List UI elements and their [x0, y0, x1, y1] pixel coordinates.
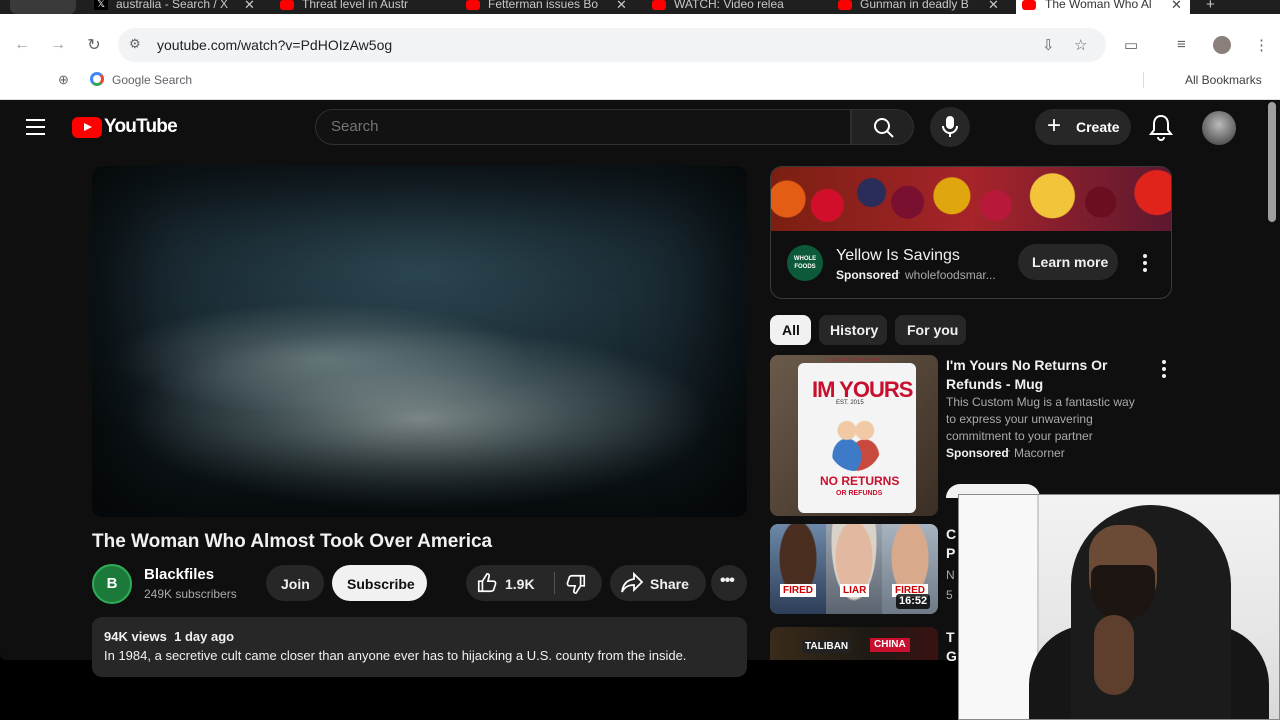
separator-dot: ·	[1007, 443, 1011, 457]
youtube-icon	[466, 0, 480, 10]
all-bookmarks[interactable]: All Bookmarks	[1185, 73, 1262, 87]
apps-icon[interactable]: ⊕	[58, 72, 69, 88]
tab-gunman[interactable]: Gunman in deadly B ✕	[838, 0, 1008, 14]
separator-dot: ·	[897, 265, 901, 279]
bookmarks-divider	[1143, 72, 1144, 88]
ad-domain: wholefoodsmar...	[905, 268, 996, 282]
recommendation-description: This Custom Mug is a fantastic way to ex…	[946, 395, 1135, 443]
close-tab-icon[interactable]: ✕	[988, 0, 999, 13]
recommendation-thumbnail[interactable]: CUSTOMIZE YOUR DESIGN IM YOURS EST. 2015…	[770, 355, 938, 516]
close-tab-icon[interactable]: ✕	[616, 0, 627, 13]
chip-history[interactable]: History	[819, 315, 887, 345]
tab-the-woman-who[interactable]: The Woman Who Al ✕	[1016, 0, 1190, 14]
subscribe-button[interactable]: Subscribe	[332, 565, 427, 601]
youtube-logo-text[interactable]: YouTube	[104, 116, 178, 138]
forward-icon[interactable]: →	[48, 36, 68, 54]
close-tab-icon[interactable]: ✕	[1171, 0, 1182, 13]
learn-more-label: Learn more	[1032, 254, 1109, 270]
search-input[interactable]	[331, 118, 831, 135]
thumbnail-label: TALIBAN	[802, 640, 852, 653]
search-icon	[874, 118, 894, 138]
google-icon	[90, 72, 104, 86]
recommendation-sponsored-label: Sponsored	[946, 446, 1009, 460]
video-duration-badge: 16:52	[896, 594, 931, 609]
channel-avatar[interactable]: B	[92, 564, 132, 604]
youtube-icon	[280, 0, 294, 10]
like-button[interactable]: 1.9K	[466, 565, 552, 601]
thumbs-up-icon	[477, 573, 497, 593]
recommendation-title[interactable]: I'm Yours No Returns Or Refunds - Mug	[946, 356, 1146, 394]
bookmark-google-search[interactable]: Google Search	[112, 73, 192, 87]
tab-threat-level[interactable]: Threat level in Austr	[280, 0, 450, 14]
voice-search-button[interactable]	[930, 107, 970, 147]
x-icon: 𝕏	[94, 0, 108, 10]
account-avatar[interactable]	[1202, 111, 1236, 145]
share-button[interactable]: Share	[610, 565, 706, 601]
youtube-icon	[652, 0, 666, 10]
chrome-menu-icon[interactable]: ⋮	[1254, 36, 1269, 54]
join-button[interactable]: Join	[266, 565, 324, 601]
ad-options-icon[interactable]	[1143, 254, 1147, 275]
cartoon-couple	[828, 413, 882, 471]
webcam-overlay	[958, 494, 1280, 720]
bookmark-star-icon[interactable]: ☆	[1074, 36, 1087, 54]
new-tab-icon[interactable]: +	[1206, 0, 1215, 13]
view-count-and-date: 94K views 1 day ago	[104, 629, 235, 644]
notifications-bell-icon[interactable]	[1148, 113, 1174, 141]
video-player[interactable]	[92, 166, 747, 517]
plus-icon: +	[1047, 112, 1062, 139]
microphone-icon	[942, 116, 958, 137]
channel-name[interactable]: Blackfiles	[144, 566, 214, 583]
youtube-icon	[1022, 0, 1036, 10]
thumbs-down-icon	[566, 574, 586, 594]
recommendation-title-clipped[interactable]: C P	[946, 525, 956, 563]
recommendation-thumbnail[interactable]	[770, 627, 938, 660]
recommendation-title-clipped[interactable]: T G	[946, 628, 956, 666]
tab-watch-video[interactable]: WATCH: Video relea	[652, 0, 822, 14]
person-hand	[1094, 615, 1134, 695]
more-horizontal-icon: •••	[720, 572, 735, 589]
subscriber-count: 249K subscribers	[144, 587, 237, 601]
more-actions-button[interactable]: •••	[711, 565, 747, 601]
close-tab-icon[interactable]: ✕	[244, 0, 255, 13]
person-photo	[826, 524, 882, 614]
recommendation-advertiser: Macorner	[1014, 446, 1065, 460]
person-photo	[770, 524, 826, 614]
recommendation-options-icon[interactable]	[1162, 360, 1166, 381]
install-app-icon[interactable]: ⇩	[1042, 36, 1055, 54]
ad-sponsored-label: Sponsored	[836, 268, 899, 282]
back-icon[interactable]: ←	[12, 36, 32, 54]
url-text[interactable]: youtube.com/watch?v=PdHOIzAw5og	[157, 37, 392, 53]
advertiser-logo[interactable]: WHOLE FOODS	[787, 245, 823, 281]
tab-australia-search[interactable]: 𝕏 australia - Search / X ✕	[94, 0, 264, 14]
site-settings-icon[interactable]: ⚙	[129, 36, 141, 52]
create-label: Create	[1076, 119, 1120, 135]
like-count: 1.9K	[505, 576, 535, 592]
tab-fetterman[interactable]: Fetterman issues Bo ✕	[466, 0, 636, 14]
extensions-icon[interactable]: ▭	[1124, 36, 1138, 54]
search-button[interactable]	[851, 109, 914, 145]
window-controls[interactable]	[10, 0, 76, 14]
video-title: The Woman Who Almost Took Over America	[92, 531, 493, 552]
youtube-logo-icon[interactable]	[72, 117, 102, 138]
youtube-icon	[838, 0, 852, 10]
like-dislike-group: 1.9K	[466, 565, 602, 601]
chip-all[interactable]: All	[770, 315, 811, 345]
thumbnail-label: CHINA	[870, 638, 910, 652]
dislike-button[interactable]	[555, 565, 602, 601]
ad-banner-image[interactable]	[771, 167, 1171, 231]
media-controls-icon[interactable]: ≡	[1177, 36, 1186, 53]
chip-for-you[interactable]: For you	[895, 315, 966, 345]
browser-tab-strip: 𝕏 australia - Search / X ✕ Threat level …	[0, 0, 1280, 14]
ad-title[interactable]: Yellow Is Savings	[836, 247, 960, 265]
share-icon	[621, 572, 644, 593]
profile-avatar[interactable]	[1213, 36, 1231, 54]
background-door	[959, 495, 1039, 719]
reload-icon[interactable]: ↻	[84, 35, 104, 55]
menu-icon[interactable]	[26, 119, 46, 135]
description-text: In 1984, a secretive cult came closer th…	[104, 648, 687, 663]
page-scrollbar[interactable]	[1268, 102, 1276, 222]
recommendation-meta-clipped: N 5	[946, 568, 955, 602]
description-box[interactable]	[92, 617, 747, 677]
